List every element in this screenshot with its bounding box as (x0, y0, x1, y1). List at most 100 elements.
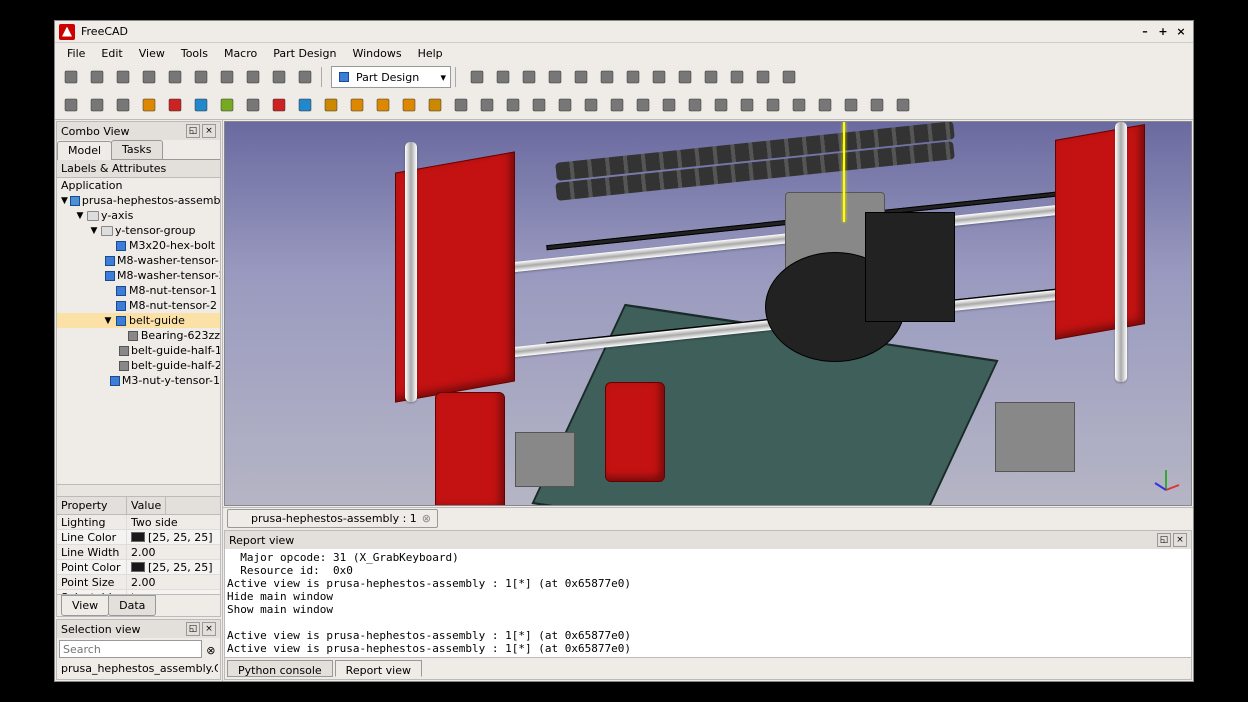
clipboard-icon[interactable] (543, 65, 567, 89)
panel-close-button[interactable]: × (1173, 533, 1187, 547)
arc-icon[interactable] (683, 93, 707, 117)
circle1-icon[interactable] (491, 65, 515, 89)
perp2-icon[interactable] (787, 93, 811, 117)
cut-icon[interactable] (163, 65, 187, 89)
sketch-icon[interactable] (449, 93, 473, 117)
tree-expander-icon[interactable]: ▼ (61, 196, 68, 206)
menu-file[interactable]: File (59, 45, 93, 62)
cube4-icon[interactable] (215, 93, 239, 117)
stop-icon[interactable] (621, 65, 645, 89)
properties-header[interactable]: Property Value (57, 497, 220, 515)
tab-view[interactable]: View (61, 595, 109, 616)
meas2-icon[interactable] (553, 93, 577, 117)
menu-macro[interactable]: Macro (216, 45, 265, 62)
more2-icon[interactable] (865, 93, 889, 117)
undo-icon[interactable] (241, 65, 265, 89)
line-icon[interactable] (475, 93, 499, 117)
cube-icon[interactable] (647, 65, 671, 89)
prism-icon[interactable] (241, 93, 265, 117)
tree-scrollbar[interactable] (57, 484, 220, 496)
tree-item[interactable]: M3-nut-y-tensor-1 (57, 373, 220, 388)
constraint4-icon[interactable] (657, 93, 681, 117)
tree-item[interactable]: M8-nut-tensor-2 (57, 298, 220, 313)
fit1-icon[interactable] (699, 65, 723, 89)
meas-icon[interactable] (527, 93, 551, 117)
property-row[interactable]: Line Color[25, 25, 25] (57, 530, 220, 545)
play-icon[interactable] (569, 65, 593, 89)
sym-icon[interactable] (813, 93, 837, 117)
property-row[interactable]: Point Color[25, 25, 25] (57, 560, 220, 575)
tree-item[interactable]: Bearing-623zz (57, 328, 220, 343)
property-row[interactable]: Point Size2.00 (57, 575, 220, 590)
open-icon[interactable] (85, 65, 109, 89)
panel-float-button[interactable]: ◱ (186, 622, 200, 636)
panel-float-button[interactable]: ◱ (1157, 533, 1171, 547)
copy-icon[interactable] (189, 65, 213, 89)
print-icon[interactable] (137, 65, 161, 89)
new-icon[interactable] (59, 65, 83, 89)
cube7-icon[interactable] (319, 93, 343, 117)
tab-model[interactable]: Model (57, 141, 112, 160)
tab-data[interactable]: Data (108, 595, 156, 616)
circle2-icon[interactable] (517, 65, 541, 89)
tab-python-console[interactable]: Python console (227, 660, 333, 677)
property-value[interactable]: 2.00 (127, 575, 220, 589)
box3-icon[interactable] (397, 93, 421, 117)
chevrons2-icon[interactable] (891, 93, 915, 117)
cube3-icon[interactable] (189, 93, 213, 117)
paste-icon[interactable] (215, 65, 239, 89)
selection-view-title[interactable]: Selection view ◱ × (57, 620, 220, 638)
tree-item[interactable]: M3x20-hex-bolt (57, 238, 220, 253)
cube2-icon[interactable] (163, 93, 187, 117)
menu-windows[interactable]: Windows (344, 45, 409, 62)
tree-item[interactable]: M8-nut-tensor-1 (57, 283, 220, 298)
property-value[interactable]: [25, 25, 25] (127, 560, 220, 574)
zoom-icon[interactable] (595, 65, 619, 89)
tree-item[interactable]: belt-guide-half-2 (57, 358, 220, 373)
constraint3-icon[interactable] (631, 93, 655, 117)
minimize-button[interactable]: – (1137, 24, 1153, 40)
save-icon[interactable] (111, 65, 135, 89)
cube6-icon[interactable] (293, 93, 317, 117)
model-tree[interactable]: ▼prusa-hephestos-assembly▼y-axis▼y-tenso… (57, 193, 220, 484)
tree-item[interactable]: M8-washer-tensor-1 (57, 253, 220, 268)
property-value[interactable]: Two side (127, 515, 220, 529)
tree-header[interactable]: Labels & Attributes (57, 160, 220, 178)
tree-item[interactable]: ▼belt-guide (57, 313, 220, 328)
tree-expander-icon[interactable]: ▼ (89, 226, 99, 236)
tree-item[interactable]: belt-guide-half-1 (57, 343, 220, 358)
panel-close-button[interactable]: × (202, 622, 216, 636)
titlebar[interactable]: FreeCAD – + × (55, 21, 1193, 43)
constraint1-icon[interactable] (579, 93, 603, 117)
document-tab[interactable]: prusa-hephestos-assembly : 1 ⊗ (227, 509, 438, 528)
menu-help[interactable]: Help (410, 45, 451, 62)
box2-icon[interactable] (371, 93, 395, 117)
tree-item[interactable]: ▼prusa-hephestos-assembly (57, 193, 220, 208)
report-view-title[interactable]: Report view ◱ × (225, 531, 1191, 549)
property-value[interactable]: 2.00 (127, 545, 220, 559)
property-row[interactable]: LightingTwo side (57, 515, 220, 530)
clear-icon[interactable]: ⊗ (204, 644, 218, 657)
maximize-button[interactable]: + (1155, 24, 1171, 40)
panel-float-button[interactable]: ◱ (186, 124, 200, 138)
menu-edit[interactable]: Edit (93, 45, 130, 62)
workbench-selector[interactable]: Part Design▾ (331, 66, 451, 88)
property-value[interactable]: [25, 25, 25] (127, 530, 220, 544)
menu-tools[interactable]: Tools (173, 45, 216, 62)
combo-view-title[interactable]: Combo View ◱ × (57, 122, 220, 140)
tab-report-view[interactable]: Report view (335, 660, 422, 677)
import-icon[interactable] (85, 93, 109, 117)
fit4-icon[interactable] (777, 65, 801, 89)
tree-item[interactable]: ▼y-axis (57, 208, 220, 223)
fit2-icon[interactable] (725, 65, 749, 89)
cube1-icon[interactable] (137, 93, 161, 117)
perp-icon[interactable] (761, 93, 785, 117)
cube5-icon[interactable] (267, 93, 291, 117)
redo-icon[interactable] (267, 65, 291, 89)
gear-icon[interactable] (423, 93, 447, 117)
tab-tasks[interactable]: Tasks (111, 140, 162, 159)
tree-expander-icon[interactable]: ▼ (75, 211, 85, 221)
export-icon[interactable] (59, 93, 83, 117)
whatsthis-icon[interactable] (465, 65, 489, 89)
box-icon[interactable] (345, 93, 369, 117)
